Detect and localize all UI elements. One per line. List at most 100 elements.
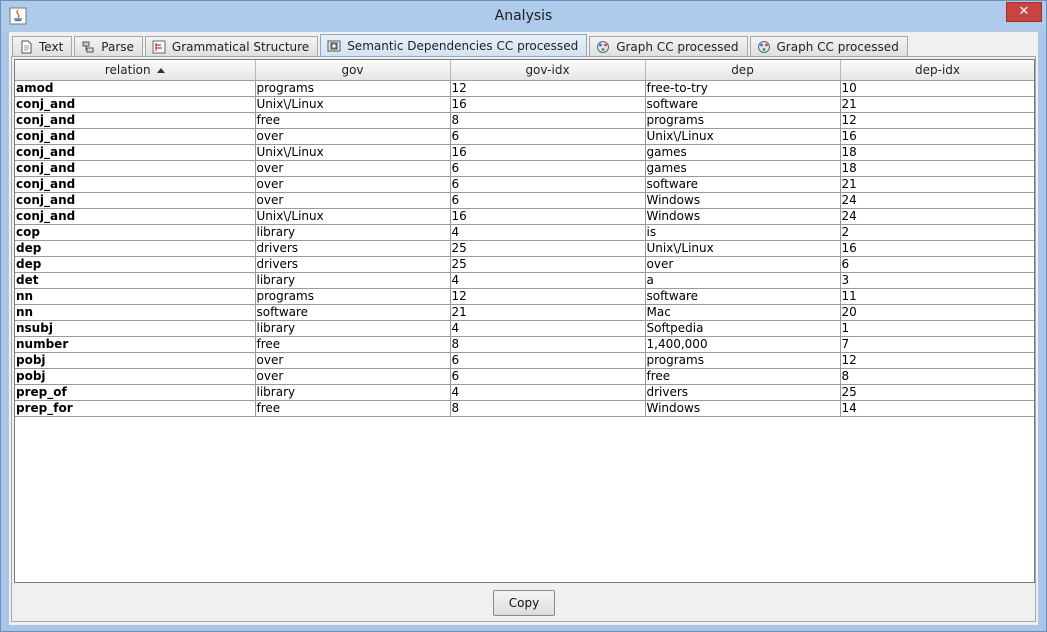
tab-text[interactable]: Text	[12, 36, 73, 56]
table-cell-dep[interactable]: free-to-try	[645, 80, 841, 97]
table-cell-gov[interactable]: library	[255, 272, 451, 289]
table-row[interactable]: conj_and Unix\/Linux 16 Windows 24	[15, 208, 1034, 225]
table-cell-relation[interactable]: conj_and	[15, 208, 256, 225]
table-row[interactable]: dep drivers 25 Unix\/Linux 16	[15, 240, 1034, 257]
table-cell-gov[interactable]: drivers	[255, 256, 451, 273]
table-cell-dep[interactable]: a	[645, 272, 841, 289]
table-cell-gov[interactable]: Unix\/Linux	[255, 208, 451, 225]
table-row[interactable]: nsubj library 4 Softpedia 1	[15, 320, 1034, 337]
table-cell-dep-idx[interactable]: 24	[840, 208, 1034, 225]
table-row[interactable]: nn software 21 Mac 20	[15, 304, 1034, 321]
table-cell-dep-idx[interactable]: 12	[840, 352, 1034, 369]
table-cell-dep-idx[interactable]: 20	[840, 304, 1034, 321]
table-cell-dep[interactable]: programs	[645, 352, 841, 369]
table-cell-gov-idx[interactable]: 16	[450, 96, 646, 113]
table-row[interactable]: amod programs 12 free-to-try 10	[15, 80, 1034, 97]
table-row[interactable]: conj_and Unix\/Linux 16 software 21	[15, 96, 1034, 113]
column-header-gov-idx[interactable]: gov-idx	[450, 60, 646, 81]
table-cell-gov-idx[interactable]: 16	[450, 208, 646, 225]
column-header-dep[interactable]: dep	[645, 60, 841, 81]
table-cell-dep[interactable]: games	[645, 144, 841, 161]
table-cell-gov-idx[interactable]: 21	[450, 304, 646, 321]
table-cell-dep[interactable]: software	[645, 96, 841, 113]
table-cell-gov[interactable]: over	[255, 368, 451, 385]
table-cell-gov[interactable]: free	[255, 400, 451, 417]
table-row[interactable]: dep drivers 25 over 6	[15, 256, 1034, 273]
table-cell-relation[interactable]: nsubj	[15, 320, 256, 337]
table-cell-relation[interactable]: conj_and	[15, 128, 256, 145]
table-cell-gov[interactable]: library	[255, 320, 451, 337]
table-cell-gov-idx[interactable]: 4	[450, 272, 646, 289]
table-row[interactable]: number free 8 1,400,000 7	[15, 336, 1034, 353]
table-cell-dep-idx[interactable]: 12	[840, 112, 1034, 129]
table-cell-gov[interactable]: over	[255, 352, 451, 369]
table-cell-gov[interactable]: over	[255, 128, 451, 145]
table-cell-gov[interactable]: Unix\/Linux	[255, 96, 451, 113]
table-row[interactable]: conj_and over 6 Unix\/Linux 16	[15, 128, 1034, 145]
table-cell-relation[interactable]: pobj	[15, 352, 256, 369]
table-cell-gov-idx[interactable]: 8	[450, 336, 646, 353]
table-cell-gov-idx[interactable]: 4	[450, 384, 646, 401]
title-bar[interactable]: Analysis ✕	[1, 1, 1046, 31]
table-cell-dep[interactable]: free	[645, 368, 841, 385]
table-cell-dep-idx[interactable]: 1	[840, 320, 1034, 337]
table-row[interactable]: conj_and over 6 Windows 24	[15, 192, 1034, 209]
table-cell-relation[interactable]: prep_of	[15, 384, 256, 401]
table-cell-gov-idx[interactable]: 4	[450, 224, 646, 241]
table-cell-relation[interactable]: det	[15, 272, 256, 289]
table-cell-dep[interactable]: software	[645, 288, 841, 305]
table-cell-dep[interactable]: Mac	[645, 304, 841, 321]
copy-button[interactable]: Copy	[493, 590, 555, 616]
table-cell-gov-idx[interactable]: 12	[450, 288, 646, 305]
table-cell-relation[interactable]: conj_and	[15, 176, 256, 193]
table-cell-dep-idx[interactable]: 6	[840, 256, 1034, 273]
table-cell-gov-idx[interactable]: 6	[450, 128, 646, 145]
column-header-relation[interactable]: relation	[15, 60, 256, 81]
table-cell-gov[interactable]: over	[255, 160, 451, 177]
table-cell-dep-idx[interactable]: 2	[840, 224, 1034, 241]
table-cell-dep-idx[interactable]: 3	[840, 272, 1034, 289]
column-header-gov[interactable]: gov	[255, 60, 451, 81]
table-cell-dep-idx[interactable]: 25	[840, 384, 1034, 401]
table-cell-dep[interactable]: Windows	[645, 208, 841, 225]
table-cell-relation[interactable]: nn	[15, 304, 256, 321]
table-cell-dep[interactable]: Windows	[645, 192, 841, 209]
table-cell-gov[interactable]: over	[255, 176, 451, 193]
table-cell-gov[interactable]: library	[255, 384, 451, 401]
table-cell-gov[interactable]: programs	[255, 80, 451, 97]
table-cell-relation[interactable]: amod	[15, 80, 256, 97]
table-cell-dep-idx[interactable]: 21	[840, 96, 1034, 113]
tab-grammatical-structure[interactable]: Grammatical Structure	[144, 36, 319, 56]
table-row[interactable]: cop library 4 is 2	[15, 224, 1034, 241]
table-cell-relation[interactable]: dep	[15, 240, 256, 257]
table-cell-gov-idx[interactable]: 25	[450, 256, 646, 273]
table-cell-dep-idx[interactable]: 11	[840, 288, 1034, 305]
table-cell-dep[interactable]: 1,400,000	[645, 336, 841, 353]
table-cell-dep[interactable]: is	[645, 224, 841, 241]
table-cell-relation[interactable]: conj_and	[15, 144, 256, 161]
table-cell-gov-idx[interactable]: 12	[450, 80, 646, 97]
tab-semantic-dependencies[interactable]: Semantic Dependencies CC processed	[320, 34, 588, 56]
tab-graph-cc-processed-2[interactable]: Graph CC processed	[749, 36, 908, 56]
table-cell-dep[interactable]: games	[645, 160, 841, 177]
table-cell-relation[interactable]: prep_for	[15, 400, 256, 417]
table-cell-relation[interactable]: conj_and	[15, 192, 256, 209]
table-cell-gov[interactable]: software	[255, 304, 451, 321]
column-header-dep-idx[interactable]: dep-idx	[840, 60, 1034, 81]
table-row[interactable]: conj_and Unix\/Linux 16 games 18	[15, 144, 1034, 161]
table-row[interactable]: prep_for free 8 Windows 14	[15, 400, 1034, 417]
tab-parse[interactable]: Parse	[74, 36, 143, 56]
table-row[interactable]: nn programs 12 software 11	[15, 288, 1034, 305]
table-cell-gov[interactable]: library	[255, 224, 451, 241]
table-cell-gov[interactable]: free	[255, 336, 451, 353]
close-button[interactable]: ✕	[1006, 2, 1042, 22]
table-cell-gov-idx[interactable]: 4	[450, 320, 646, 337]
table-cell-dep-idx[interactable]: 10	[840, 80, 1034, 97]
table-cell-gov[interactable]: over	[255, 192, 451, 209]
table-row[interactable]: conj_and over 6 software 21	[15, 176, 1034, 193]
table-cell-gov-idx[interactable]: 6	[450, 192, 646, 209]
table-cell-dep[interactable]: programs	[645, 112, 841, 129]
table-cell-gov[interactable]: Unix\/Linux	[255, 144, 451, 161]
table-cell-gov-idx[interactable]: 16	[450, 144, 646, 161]
table-cell-dep[interactable]: Unix\/Linux	[645, 128, 841, 145]
